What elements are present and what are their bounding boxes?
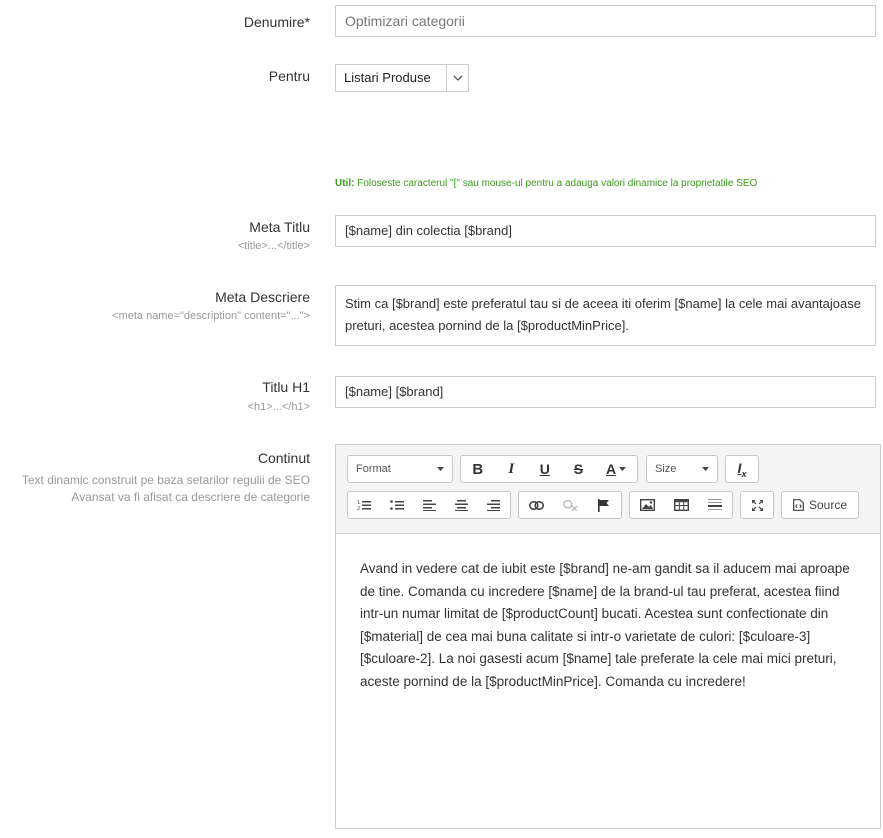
meta-description-label: Meta Descriere <box>215 289 310 305</box>
link-icon[interactable] <box>519 492 553 518</box>
seo-tip-text: Foloseste caracterul "[" sau mouse-ul pe… <box>354 178 758 189</box>
list-align-group: 12 <box>347 491 511 519</box>
align-right-icon[interactable] <box>478 492 510 518</box>
size-combo-label: Size <box>655 463 677 475</box>
strikethrough-button[interactable]: S <box>562 456 596 482</box>
name-input[interactable]: Optimizari categorii <box>335 5 876 37</box>
text-color-button[interactable]: A <box>595 456 637 482</box>
editor-toolbar: Format B I U S A Size Ix 1 2 Source <box>336 445 880 534</box>
source-icon <box>793 499 804 511</box>
remove-format-icon: Ix <box>737 459 747 479</box>
content-label: Continut <box>257 450 310 466</box>
meta-description-hint: <meta name="description" content="..."> <box>112 310 310 322</box>
underline-button[interactable]: U <box>528 456 562 482</box>
meta-title-input[interactable]: [$name] din colectia [$brand] <box>335 215 876 247</box>
horizontal-line-icon[interactable] <box>698 492 732 518</box>
link-group <box>518 491 622 519</box>
insert-group <box>629 491 733 519</box>
seo-tip-label: Util: <box>335 178 355 189</box>
name-label: Denumire* <box>243 14 310 30</box>
for-select-value: Listari Produse <box>344 70 431 85</box>
source-label: Source <box>808 498 848 512</box>
meta-title-hint: <title>...</title> <box>237 240 310 252</box>
format-combo-label: Format <box>356 463 391 475</box>
rich-text-editor[interactable]: Format B I U S A Size Ix 1 2 Source Avan… <box>335 444 881 829</box>
remove-format-button[interactable]: Ix <box>725 455 759 483</box>
h1-label: Titlu H1 <box>262 379 310 395</box>
italic-button[interactable]: I <box>495 456 529 482</box>
align-center-icon[interactable] <box>445 492 477 518</box>
text-color-icon: A <box>606 461 617 477</box>
image-icon[interactable] <box>630 492 664 518</box>
editor-content[interactable]: Avand in vedere cat de iubit este [$bran… <box>336 534 880 693</box>
for-label: Pentru <box>268 68 310 84</box>
source-button[interactable]: Source <box>781 491 859 519</box>
anchor-flag-icon[interactable] <box>587 492 621 518</box>
for-select[interactable]: Listari Produse <box>335 64 469 92</box>
maximize-button[interactable] <box>740 491 774 519</box>
chevron-down-icon[interactable] <box>446 65 468 91</box>
meta-title-label: Meta Titlu <box>249 219 310 235</box>
meta-description-input[interactable]: Stim ca [$brand] este preferatul tau si … <box>335 285 876 346</box>
chevron-down-icon <box>437 467 444 471</box>
align-left-icon[interactable] <box>413 492 445 518</box>
bold-button[interactable]: B <box>461 456 495 482</box>
svg-text:2: 2 <box>357 506 360 511</box>
numbered-list-icon[interactable]: 12 <box>348 492 380 518</box>
seo-tip: Util: Foloseste caracterul "[" sau mouse… <box>335 178 757 189</box>
chevron-down-icon <box>702 467 709 471</box>
table-icon[interactable] <box>664 492 698 518</box>
maximize-icon <box>751 499 763 511</box>
unlink-icon <box>553 492 587 518</box>
basic-styles-group: B I U S A <box>460 455 638 483</box>
size-combo[interactable]: Size <box>646 455 718 483</box>
h1-hint: <h1>...</h1> <box>247 401 310 413</box>
bulleted-list-icon[interactable] <box>380 492 412 518</box>
h1-input[interactable]: [$name] [$brand] <box>335 376 876 408</box>
format-combo[interactable]: Format <box>347 455 453 483</box>
content-hint: Text dinamic construit pe baza setarilor… <box>21 473 310 504</box>
